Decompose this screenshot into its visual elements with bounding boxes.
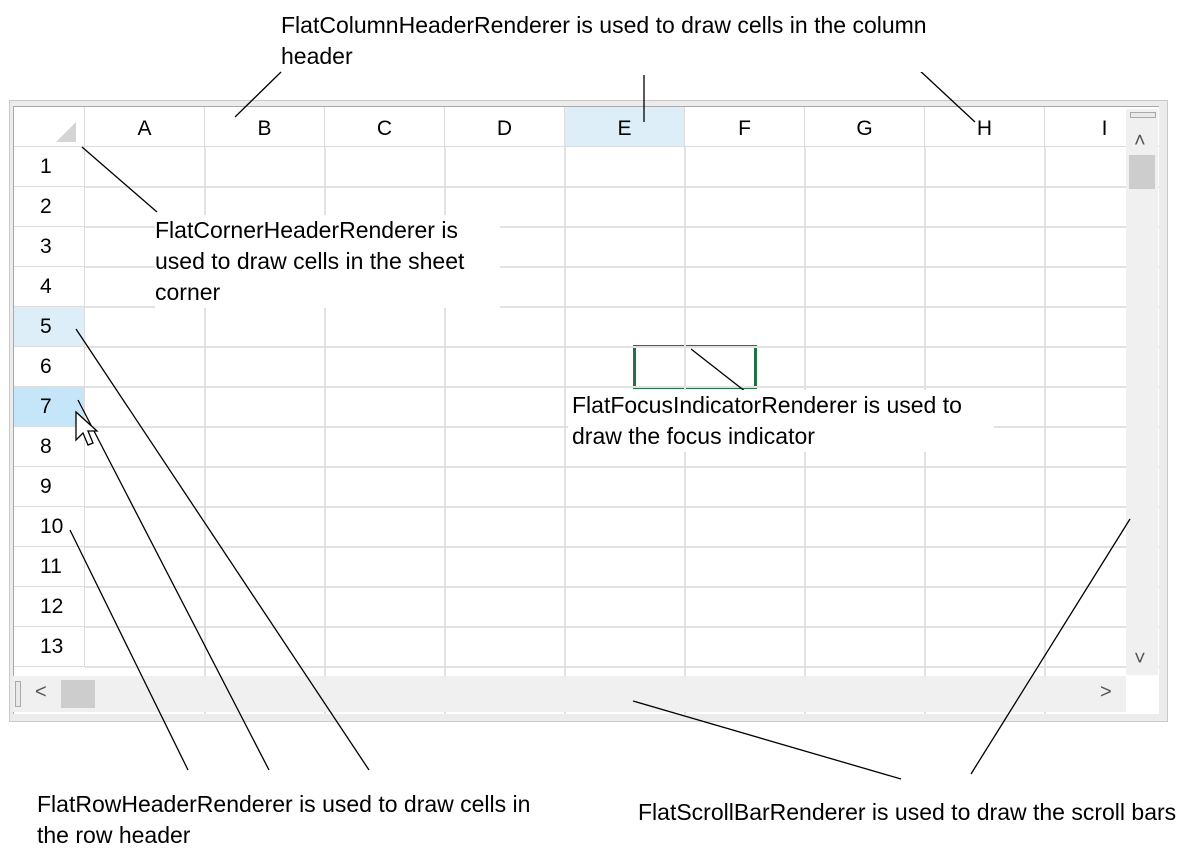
row-header-callout: FlatRowHeaderRenderer is used to draw ce…	[37, 789, 537, 851]
column-header-callout: FlatColumnHeaderRenderer is used to draw…	[281, 10, 941, 72]
corner-header-callout: FlatCornerHeaderRenderer is used to draw…	[155, 215, 500, 308]
mouse-cursor-icon	[75, 410, 99, 446]
focus-indicator-callout: FlatFocusIndicatorRenderer is used to dr…	[568, 390, 994, 452]
scroll-bar-callout: FlatScrollBarRenderer is used to draw th…	[638, 797, 1194, 828]
